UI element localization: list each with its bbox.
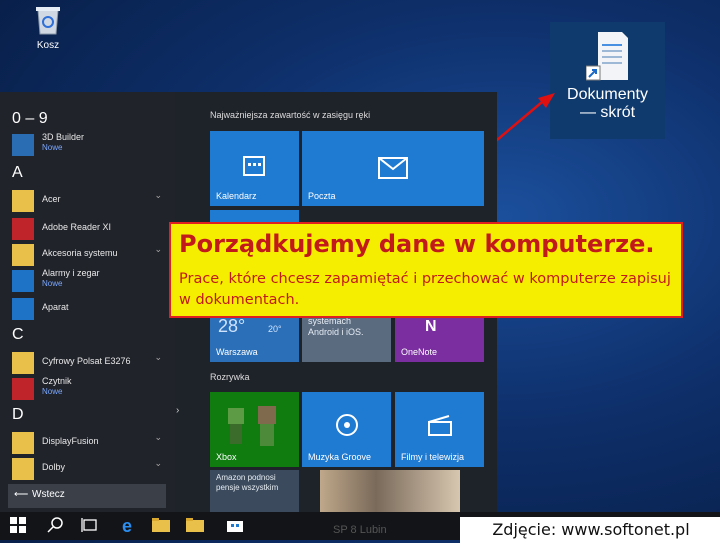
app-adobe-reader[interactable]: Adobe Reader XI bbox=[12, 216, 162, 242]
back-arrow-icon: ⟵ bbox=[14, 489, 29, 500]
file-explorer-icon[interactable] bbox=[152, 517, 170, 535]
task-view-icon[interactable] bbox=[80, 517, 98, 535]
chevron-down-icon: ⌄ bbox=[154, 458, 162, 468]
tile-films[interactable]: Filmy i telewizja bbox=[395, 392, 484, 467]
tile-weather[interactable]: 28° 20° Warszawa bbox=[210, 316, 299, 362]
back-button[interactable]: ⟵ Wstecz bbox=[8, 484, 166, 508]
folder-icon bbox=[12, 244, 34, 266]
tile-groove[interactable]: Muzyka Groove bbox=[302, 392, 391, 467]
app-czytnik[interactable]: Czytnik Nowe bbox=[12, 376, 162, 402]
xbox-characters-icon bbox=[228, 406, 276, 446]
chevron-down-icon: ⌄ bbox=[154, 432, 162, 442]
recycle-bin-label: Kosz bbox=[36, 40, 60, 51]
photo-caption: Zdjęcie: www.softonet.pl bbox=[460, 517, 720, 543]
footer-text: SP 8 Lubin bbox=[333, 524, 387, 536]
app-cyfrowy-polsat[interactable]: Cyfrowy Polsat E3276 ⌄ bbox=[12, 350, 162, 376]
tile-onenote[interactable]: N OneNote bbox=[395, 316, 484, 362]
folder-icon bbox=[12, 432, 34, 454]
folder-icon bbox=[12, 190, 34, 212]
search-icon[interactable] bbox=[46, 517, 64, 535]
callout-body: Prace, które chcesz zapamiętać i przecho… bbox=[179, 271, 671, 308]
tiles-header: Najważniejsza zawartość w zasięgu ręki bbox=[210, 110, 371, 120]
camera-icon bbox=[12, 298, 34, 320]
recycle-bin[interactable]: Kosz bbox=[18, 4, 78, 51]
app-akcesoria[interactable]: Akcesoria systemu ⌄ bbox=[12, 242, 162, 268]
group-header-d: D bbox=[12, 406, 24, 423]
chevron-right-icon[interactable]: › bbox=[176, 405, 179, 416]
group-header-c: C bbox=[12, 326, 24, 343]
chevron-down-icon: ⌄ bbox=[154, 244, 162, 254]
recycle-bin-icon bbox=[33, 4, 63, 36]
adobe-icon bbox=[12, 218, 34, 240]
mail-icon bbox=[378, 157, 408, 179]
group-header-a: A bbox=[12, 164, 23, 181]
tile-news-article[interactable]: Amazon podnosi pensje wszystkim bbox=[210, 470, 299, 512]
chevron-down-icon: ⌄ bbox=[154, 190, 162, 200]
app-icon bbox=[12, 134, 34, 156]
group-header-digits: 0 – 9 bbox=[12, 110, 48, 127]
entertainment-header: Rozrywka bbox=[210, 372, 250, 382]
shortcut-label-line1: Dokumenty bbox=[567, 86, 648, 103]
shortcut-label-line2: — skrót bbox=[579, 104, 636, 121]
app-displayfusion[interactable]: DisplayFusion ⌄ bbox=[12, 430, 162, 456]
film-clapper-icon bbox=[428, 415, 452, 436]
callout-title: Porządkujemy dane w komputerze. bbox=[179, 230, 655, 258]
tile-news[interactable]: systemach Android i iOS. bbox=[302, 316, 391, 362]
app-acer[interactable]: Acer ⌄ bbox=[12, 188, 162, 214]
tile-xbox[interactable]: Xbox bbox=[210, 392, 299, 467]
file-explorer-icon-2[interactable] bbox=[186, 517, 204, 535]
groove-music-icon bbox=[336, 414, 358, 436]
callout-box: Porządkujemy dane w komputerze. Prace, k… bbox=[169, 222, 683, 318]
tile-mail[interactable]: Poczta bbox=[302, 131, 484, 206]
document-icon bbox=[585, 30, 630, 82]
people-photo bbox=[320, 470, 460, 512]
edge-browser-icon[interactable]: e bbox=[118, 517, 136, 535]
tile-calendar[interactable]: Kalendarz bbox=[210, 131, 299, 206]
app-aparat[interactable]: Aparat bbox=[12, 296, 162, 322]
reader-icon bbox=[12, 378, 34, 400]
windows-start-icon[interactable] bbox=[9, 517, 27, 535]
onenote-icon: N bbox=[425, 318, 437, 335]
folder-icon bbox=[12, 352, 34, 374]
clock-icon bbox=[12, 270, 34, 292]
app-alarmy[interactable]: Alarmy i zegar Nowe bbox=[12, 268, 162, 294]
app-dolby[interactable]: Dolby ⌄ bbox=[12, 456, 162, 482]
store-icon[interactable] bbox=[226, 517, 244, 535]
chevron-down-icon: ⌄ bbox=[154, 352, 162, 362]
calendar-icon bbox=[243, 156, 265, 176]
app-3d-builder[interactable]: 3D Builder Nowe bbox=[12, 132, 162, 158]
folder-icon bbox=[12, 458, 34, 480]
documents-shortcut[interactable]: Dokumenty — skrót bbox=[550, 22, 665, 139]
